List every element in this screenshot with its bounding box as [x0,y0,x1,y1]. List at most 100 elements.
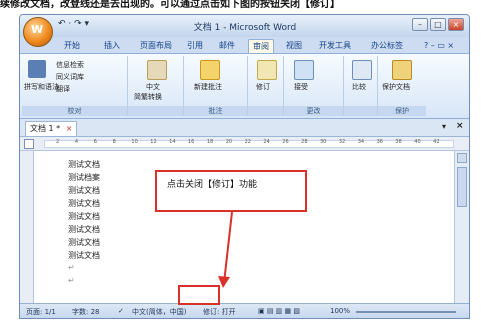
translate-button[interactable]: 翻译 [56,84,70,94]
chinese-button[interactable]: 中文 [146,82,160,92]
accept-button[interactable]: 接受 [294,82,308,92]
group-chinese-conversion: 中文 简繁转换 [128,56,184,116]
ruler-tick-label: 30 [320,139,327,145]
group-label-comments: 批注 [184,106,247,116]
window-title: 文档 1 - Microsoft Word [193,23,297,33]
document-line: 测试文档 [68,199,100,208]
word-window: W ↶ · ↷ ▾ 文档 1 - Microsoft Word – □ × 开始… [19,14,470,319]
ruler-tick-label: 34 [357,139,365,145]
lock-icon [392,60,412,80]
ruler-tick-label: 42 [433,139,440,145]
title-bar: W ↶ · ↷ ▾ 文档 1 - Microsoft Word – □ × [20,15,469,47]
zoom-level[interactable]: 100% [330,307,350,315]
new-comment-button[interactable]: 新建批注 [194,82,222,92]
minimize-button[interactable]: – [412,18,428,31]
ruler-tick-label: 20 [225,139,233,145]
group-protect: 保护文档 保护 [378,56,426,116]
ruler-tick-label: 28 [301,139,308,145]
paragraph-mark: ↵ [68,276,75,285]
tab-insert[interactable]: 插入 [100,39,124,53]
scroll-up-icon[interactable] [457,153,467,163]
ruler-tick-label: 8 [112,139,116,145]
tab-selector-icon[interactable] [24,139,34,149]
ribbon-window-controls[interactable]: ? – ▭ × [420,39,458,53]
group-tracking: 修订 [248,56,284,116]
vertical-scrollbar[interactable] [454,151,469,303]
horizontal-ruler[interactable]: 2 4 6 8 10 12 14 16 18 20 22 24 26 28 30 32 34 36 38 40 42 [20,137,469,151]
scroll-thumb[interactable] [457,167,467,207]
vertical-ruler [20,151,34,303]
ruler-tick-label: 12 [150,139,157,145]
tab-mailings[interactable]: 邮件 [215,39,239,53]
group-label-proofing: 校对 [22,106,127,116]
maximize-button[interactable]: □ [430,18,446,31]
ruler-tick-label: 22 [244,139,251,145]
ruler-tick-label: 24 [263,139,270,145]
document-tab[interactable]: 文档 1 * × [25,121,78,136]
group-comments: 新建批注 批注 [184,56,248,116]
ruler-tick-label: 26 [282,139,289,145]
group-proofing: 拼写和语法 信息检索 同义词库 翻译 校对 [22,56,128,116]
word-count[interactable]: 字数: 28 [72,307,100,317]
annotation-callout: 点击关闭【修订】功能 [155,170,307,212]
tab-developer[interactable]: 开发工具 [315,39,355,53]
ruler-tick-label: 36 [376,139,383,145]
tab-home[interactable]: 开始 [60,39,84,53]
spelling-grammar-button[interactable]: 拼写和语法 [24,82,59,92]
tab-list-dropdown-icon[interactable]: ▾ [442,122,446,131]
caption-text: 续修改文档，改登线还是去出现的。可以通过点击如下图的按钮关闭【修订】 [0,0,340,10]
document-line: 测试档案 [68,173,100,182]
tab-references[interactable]: 引用 [183,39,207,53]
group-compare: 比较 [344,56,378,116]
ruler-tick-label: 2 [56,139,60,145]
close-button[interactable]: × [448,18,464,31]
track-changes-status[interactable]: 修订: 打开 [203,307,236,317]
document-tab-label: 文档 1 * [30,124,61,133]
tab-page-layout[interactable]: 页面布局 [136,39,176,53]
track-changes-icon [257,60,277,80]
status-bar: 页面: 1/1 字数: 28 ✓ 中文(简体，中国) 修订: 打开 ▣ ▤ ▥ … [20,303,469,318]
ruler-tick-label: 40 [414,139,421,145]
thesaurus-button[interactable]: 同义词库 [56,72,84,82]
proofing-status-icon[interactable]: ✓ [118,307,124,315]
ruler-tick-label: 4 [74,139,79,145]
ruler-tick-label: 10 [131,139,138,145]
ruler-tick-label: 6 [93,139,97,145]
ruler-tick-label: 18 [206,139,214,145]
document-tab-bar: 文档 1 * × ▾ × [20,119,469,137]
document-line: 测试文档 [68,238,100,247]
paragraph-mark: ↵ [68,263,75,272]
compare-button[interactable]: 比较 [352,82,366,92]
chinese-convert-icon [147,60,167,80]
quick-access-toolbar[interactable]: ↶ · ↷ ▾ [58,19,89,29]
group-label-protect: 保护 [378,106,426,116]
office-logo-icon: W [31,23,44,36]
tab-office-tabs[interactable]: 办公标签 [367,39,407,53]
group-label-tracking [248,106,283,116]
ruler-tick-label: 16 [188,139,195,145]
close-all-tabs-icon[interactable]: × [456,121,464,131]
document-tab-close-icon[interactable]: × [66,124,73,133]
page-count[interactable]: 页面: 1/1 [26,307,56,317]
tab-review[interactable]: 审阅 [248,39,274,54]
research-button[interactable]: 信息检索 [56,60,84,70]
new-comment-icon [200,60,220,80]
track-changes-highlight [178,285,220,305]
accept-icon [294,60,314,80]
ruler-tick-label: 14 [169,139,176,145]
zoom-slider[interactable] [356,311,456,313]
group-label-changes: 更改 [284,106,343,116]
document-line: 测试文档 [68,225,100,234]
tab-view[interactable]: 视图 [282,39,306,53]
group-label-chinese [128,106,183,116]
simplified-traditional-button[interactable]: 简繁转换 [134,92,162,102]
compare-icon [352,60,372,80]
language-status[interactable]: 中文(简体，中国) [132,307,186,317]
track-changes-button[interactable]: 修订 [256,82,270,92]
ruler-tick-label: 32 [338,139,346,145]
view-buttons-icon[interactable]: ▣ ▤ ▥ ▦ ▧ [258,307,300,315]
group-label-compare [344,106,377,116]
protect-document-button[interactable]: 保护文档 [382,82,410,92]
group-changes: 接受 更改 [284,56,344,116]
office-button[interactable]: W [23,17,53,47]
